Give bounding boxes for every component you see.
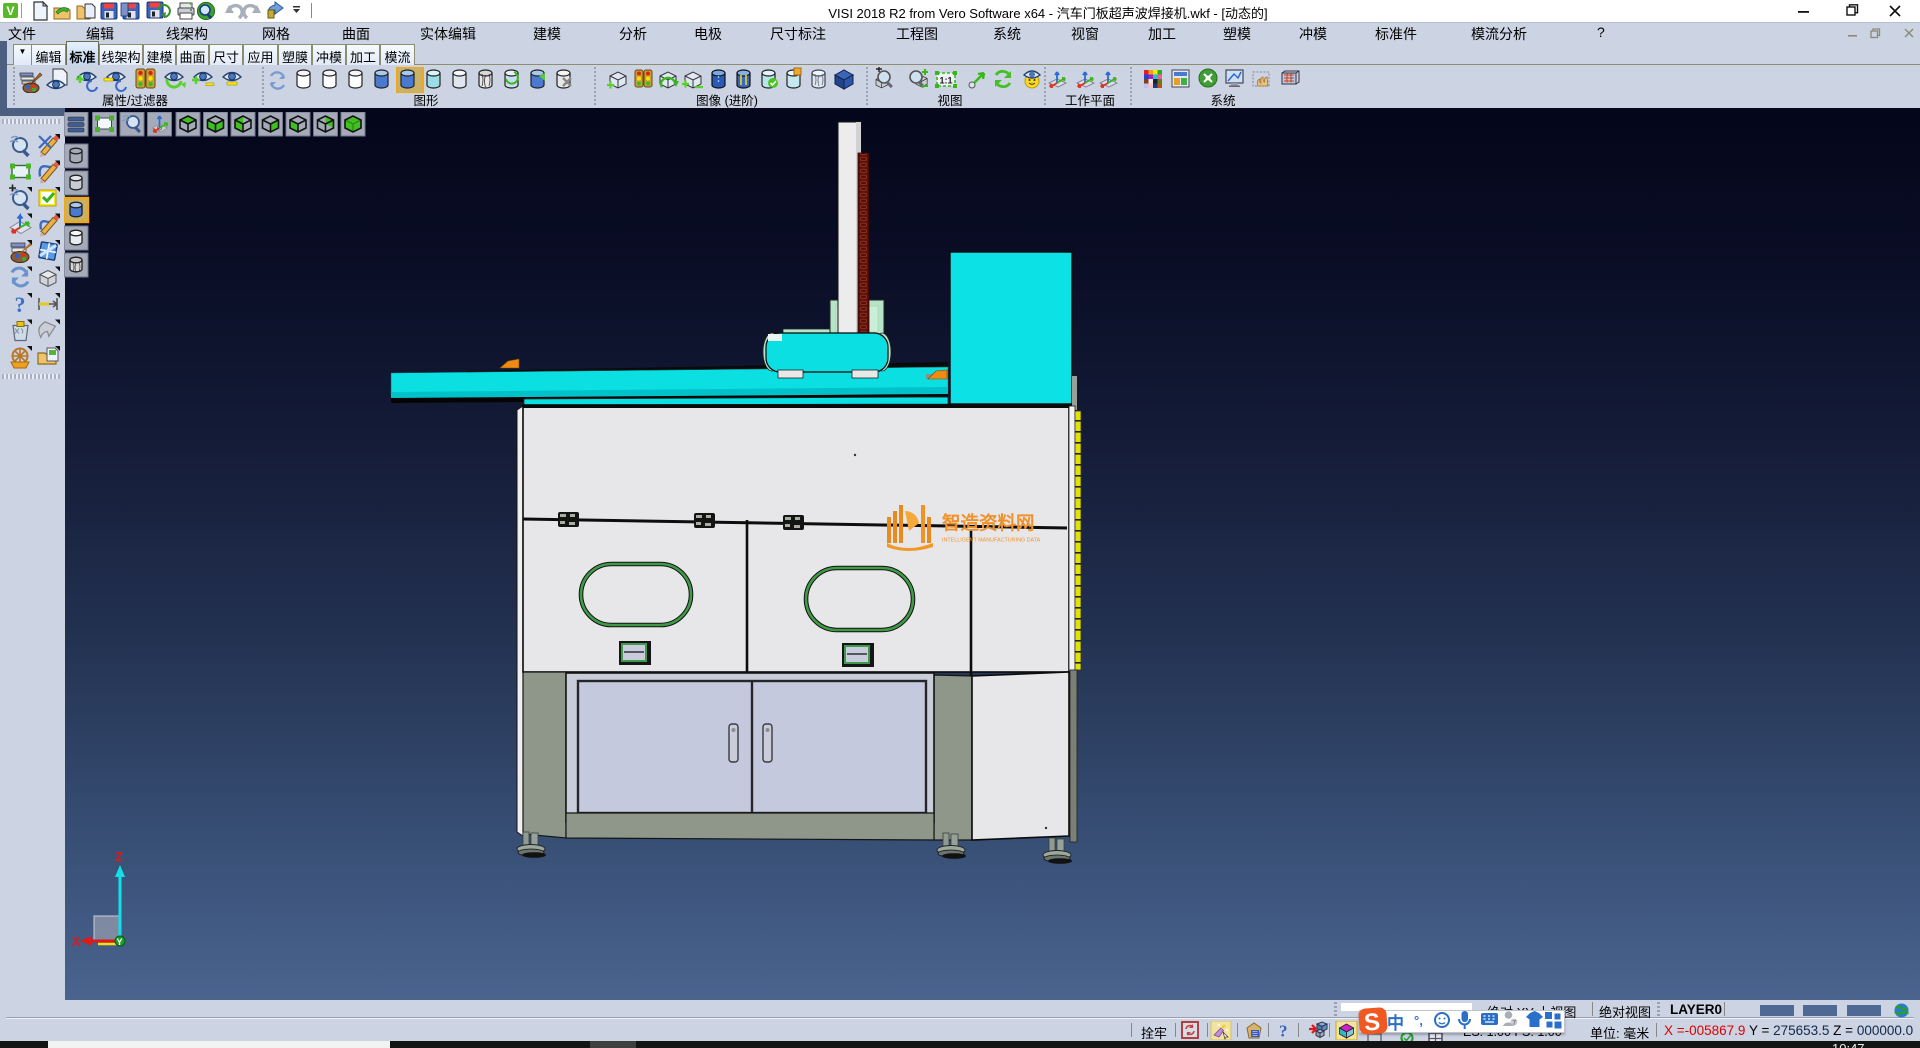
svg-text:?: ? xyxy=(1279,1022,1288,1041)
svg-text:Z: Z xyxy=(115,849,123,864)
svg-text:°,: °, xyxy=(1414,1013,1423,1028)
svg-text:INTELLIGENT MANUFACTURING DATA: INTELLIGENT MANUFACTURING DATA xyxy=(942,538,1041,544)
svg-text:中: 中 xyxy=(1387,1013,1404,1033)
svg-text:智造资料网: 智造资料网 xyxy=(942,513,1035,534)
svg-text:V: V xyxy=(6,4,14,18)
svg-text:7: 7 xyxy=(1512,1020,1516,1027)
svg-text:S: S xyxy=(1363,1009,1381,1037)
svg-text:?: ? xyxy=(15,292,26,317)
svg-text:X: X xyxy=(72,934,81,949)
svg-text:Y: Y xyxy=(117,937,123,947)
svg-text:1:1: 1:1 xyxy=(939,76,952,86)
